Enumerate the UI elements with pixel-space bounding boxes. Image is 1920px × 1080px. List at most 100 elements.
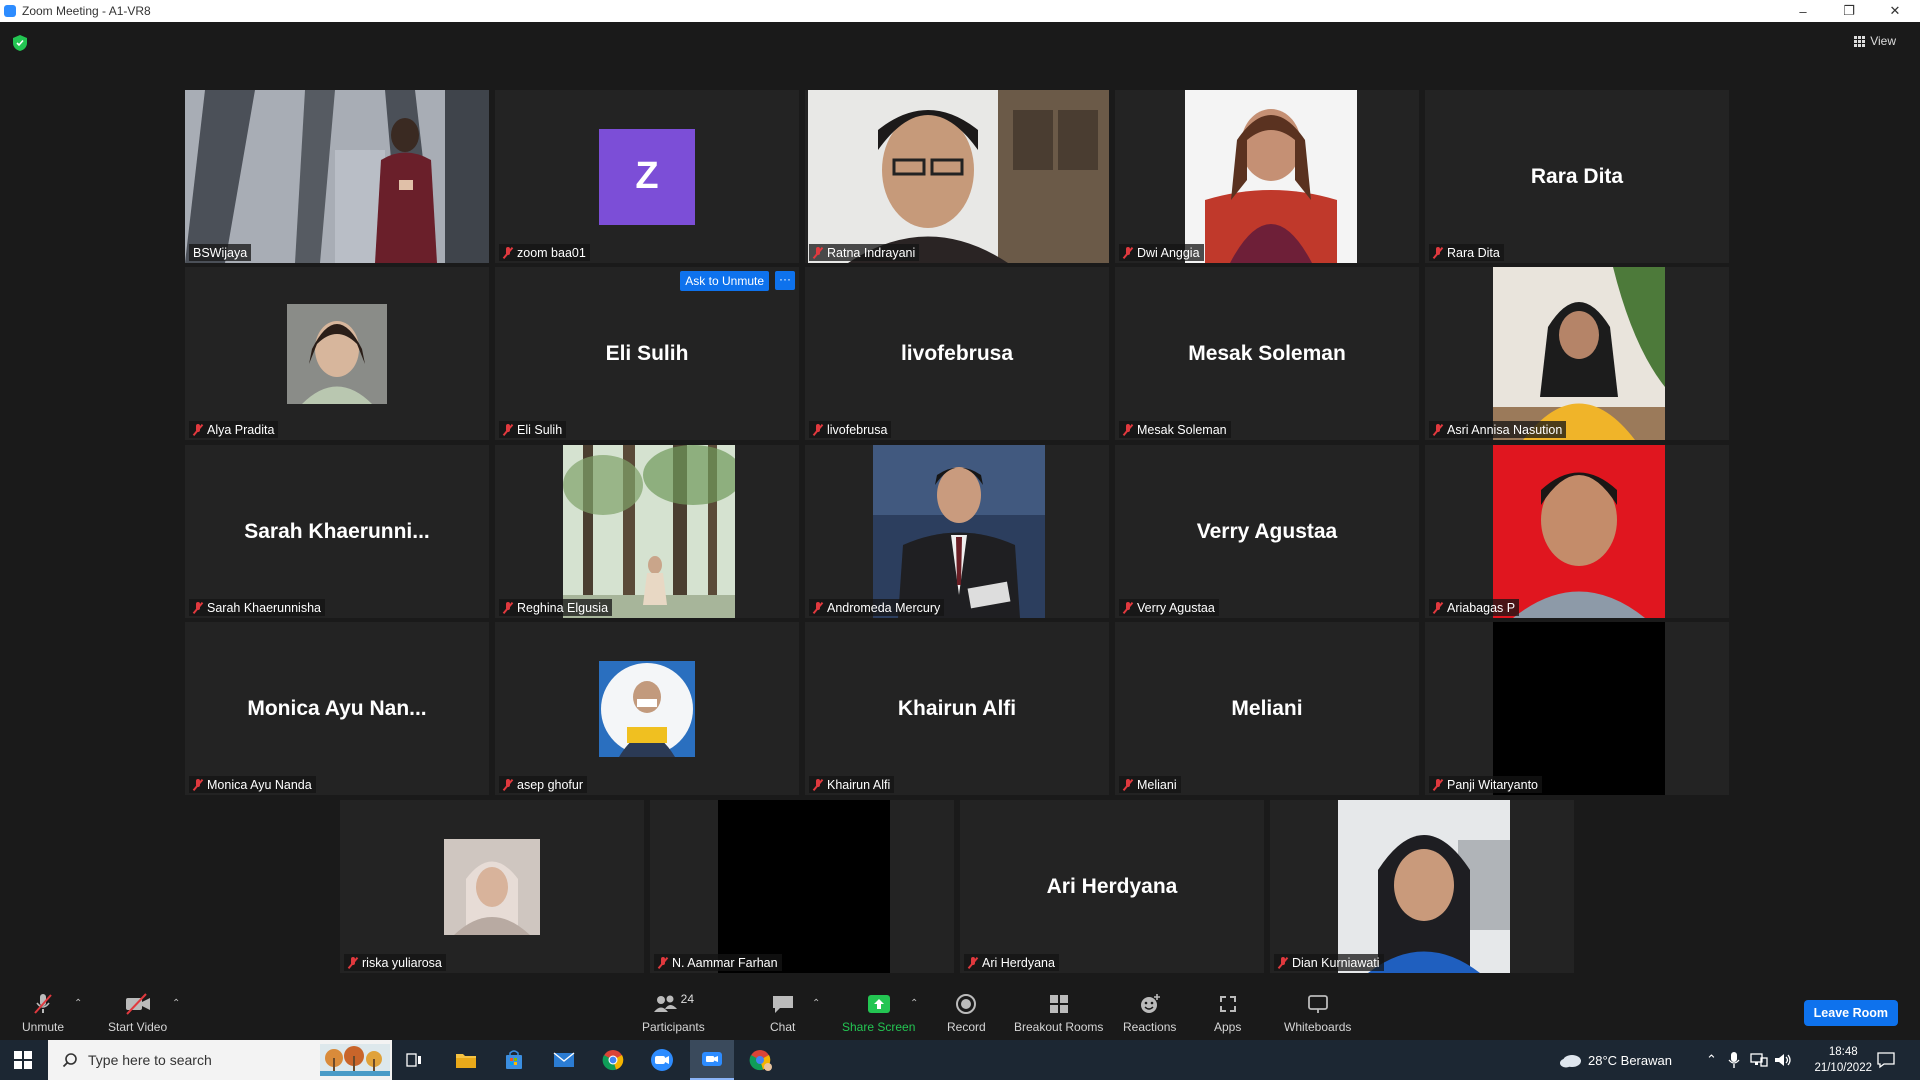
participant-tile[interactable]: Dian Kurniawati <box>1270 800 1574 973</box>
participant-tile[interactable]: Monica Ayu Nan... Monica Ayu Nanda <box>185 622 489 795</box>
meeting-controls-bar: Unmute ⌃ Start Video ⌃ 24 Participants C… <box>0 980 1920 1040</box>
participant-tile[interactable]: asep ghofur <box>495 622 799 795</box>
start-video-button[interactable]: Start Video <box>108 992 167 1034</box>
video-off-icon <box>124 992 152 1016</box>
notification-center-icon[interactable] <box>1876 1040 1896 1080</box>
participant-name-label: Eli Sulih <box>499 421 567 438</box>
participant-name-label: Dwi Anggia <box>1119 244 1204 261</box>
participant-name-label: Khairun Alfi <box>809 776 895 793</box>
participant-name-label: Ratna Indrayani <box>809 244 920 261</box>
participant-tile[interactable]: Panji Witaryanto <box>1425 622 1729 795</box>
participant-name-label: Dian Kurniawati <box>1274 954 1384 971</box>
participant-name-label: Alya Pradita <box>189 421 279 438</box>
network-icon[interactable] <box>1750 1040 1768 1080</box>
participant-display-name: Rara Dita <box>1530 164 1624 188</box>
mic-muted-icon <box>1123 424 1133 436</box>
participant-tile[interactable]: Rara Dita Rara Dita <box>1425 90 1729 263</box>
mic-muted-icon <box>1433 424 1443 436</box>
participant-tile[interactable]: Z zoom baa01 <box>495 90 799 263</box>
chrome-profile-icon[interactable] <box>749 1040 773 1080</box>
mic-muted-icon <box>503 424 513 436</box>
participant-name-label: Verry Agustaa <box>1119 599 1219 616</box>
participant-name-label: Asri Annisa Nasution <box>1429 421 1567 438</box>
breakout-rooms-button[interactable]: Breakout Rooms <box>1014 992 1103 1034</box>
mic-muted-icon <box>348 957 358 969</box>
file-explorer-icon[interactable] <box>454 1040 478 1080</box>
participant-tile[interactable]: Mesak Soleman Mesak Soleman <box>1115 267 1419 440</box>
audio-options-caret-icon[interactable]: ⌃ <box>74 998 82 1009</box>
participant-avatar: Z <box>599 128 695 225</box>
participant-tile[interactable]: Ari Herdyana Ari Herdyana <box>960 800 1264 973</box>
chat-options-caret-icon[interactable]: ⌃ <box>812 998 820 1009</box>
participant-tile[interactable]: Ariabagas P <box>1425 445 1729 618</box>
participant-name-label: Monica Ayu Nanda <box>189 776 316 793</box>
chat-button[interactable]: Chat <box>770 992 795 1034</box>
participant-tile[interactable]: Ratna Indrayani <box>805 90 1109 263</box>
mic-muted-icon <box>1433 602 1443 614</box>
participant-tile[interactable]: Ask to Unmute ··· Eli Sulih Eli Sulih <box>495 267 799 440</box>
taskbar-clock[interactable]: 18:48 21/10/2022 <box>1814 1044 1872 1076</box>
participant-tile[interactable]: BSWijaya <box>185 90 489 263</box>
participant-tile[interactable]: Dwi Anggia <box>1115 90 1419 263</box>
participant-video <box>563 445 735 618</box>
participant-display-name: Monica Ayu Nan... <box>247 696 427 720</box>
mic-muted-icon <box>193 424 203 436</box>
video-options-caret-icon[interactable]: ⌃ <box>172 998 180 1009</box>
reactions-button[interactable]: Reactions <box>1123 992 1176 1034</box>
participant-tile[interactable]: Reghina Elgusia <box>495 445 799 618</box>
share-screen-icon <box>866 992 892 1016</box>
mic-muted-icon <box>968 957 978 969</box>
mic-muted-icon <box>503 247 513 259</box>
whiteboard-icon <box>1306 992 1330 1016</box>
participant-display-name: Verry Agustaa <box>1196 519 1338 543</box>
record-icon <box>955 992 977 1016</box>
apps-button[interactable]: Apps <box>1214 992 1241 1034</box>
chat-bubble-icon <box>771 992 795 1016</box>
participant-tile[interactable]: N. Aammar Farhan <box>650 800 954 973</box>
breakout-rooms-icon <box>1048 992 1070 1016</box>
mic-muted-icon <box>658 957 668 969</box>
windows-taskbar: Type here to search 28°C Berawan ⌃ 18:48… <box>0 1040 1920 1080</box>
mic-muted-icon <box>193 602 203 614</box>
participant-video <box>808 90 1109 263</box>
more-options-button[interactable]: ··· <box>775 271 795 290</box>
volume-icon[interactable] <box>1774 1040 1792 1080</box>
participants-button[interactable]: 24 Participants <box>642 992 705 1034</box>
participant-video <box>1493 622 1665 795</box>
microphone-tray-icon[interactable] <box>1728 1040 1740 1080</box>
microsoft-store-icon[interactable] <box>503 1040 525 1080</box>
leave-room-button[interactable]: Leave Room <box>1803 1000 1898 1026</box>
participant-display-name: Sarah Khaerunni... <box>244 519 430 543</box>
show-hidden-icons-chevron-icon[interactable]: ⌃ <box>1706 1040 1717 1080</box>
zoom-meeting-taskbar-icon[interactable] <box>690 1040 734 1080</box>
chrome-icon[interactable] <box>602 1040 624 1080</box>
windows-start-icon[interactable] <box>14 1051 32 1069</box>
participant-tile[interactable]: Verry Agustaa Verry Agustaa <box>1115 445 1419 618</box>
participant-name-label: livofebrusa <box>809 421 892 438</box>
participant-video <box>718 800 890 973</box>
share-options-caret-icon[interactable]: ⌃ <box>910 998 918 1009</box>
task-view-icon[interactable] <box>404 1040 424 1080</box>
mic-muted-icon <box>193 779 203 791</box>
unmute-button[interactable]: Unmute <box>22 992 64 1034</box>
share-screen-button[interactable]: Share Screen <box>842 992 915 1034</box>
ask-to-unmute-button[interactable]: Ask to Unmute <box>680 271 769 291</box>
participant-tile[interactable]: Khairun Alfi Khairun Alfi <box>805 622 1109 795</box>
mic-muted-icon <box>813 602 823 614</box>
weather-widget[interactable]: 28°C Berawan <box>1558 1040 1672 1080</box>
mail-icon[interactable] <box>552 1040 576 1080</box>
participant-tile[interactable]: Alya Pradita <box>185 267 489 440</box>
participant-video <box>1493 267 1665 440</box>
taskbar-search-box[interactable]: Type here to search <box>48 1040 392 1080</box>
whiteboards-button[interactable]: Whiteboards <box>1284 992 1351 1034</box>
participant-name-label: riska yuliarosa <box>344 954 446 971</box>
participant-tile[interactable]: Meliani Meliani <box>1115 622 1419 795</box>
participant-tile[interactable]: Andromeda Mercury <box>805 445 1109 618</box>
record-button[interactable]: Record <box>947 992 986 1034</box>
participant-tile[interactable]: Asri Annisa Nasution <box>1425 267 1729 440</box>
zoom-taskbar-icon[interactable] <box>650 1040 674 1080</box>
participant-display-name: Mesak Soleman <box>1188 341 1346 365</box>
participant-tile[interactable]: Sarah Khaerunni... Sarah Khaerunnisha <box>185 445 489 618</box>
participant-tile[interactable]: livofebrusa livofebrusa <box>805 267 1109 440</box>
participant-tile[interactable]: riska yuliarosa <box>340 800 644 973</box>
